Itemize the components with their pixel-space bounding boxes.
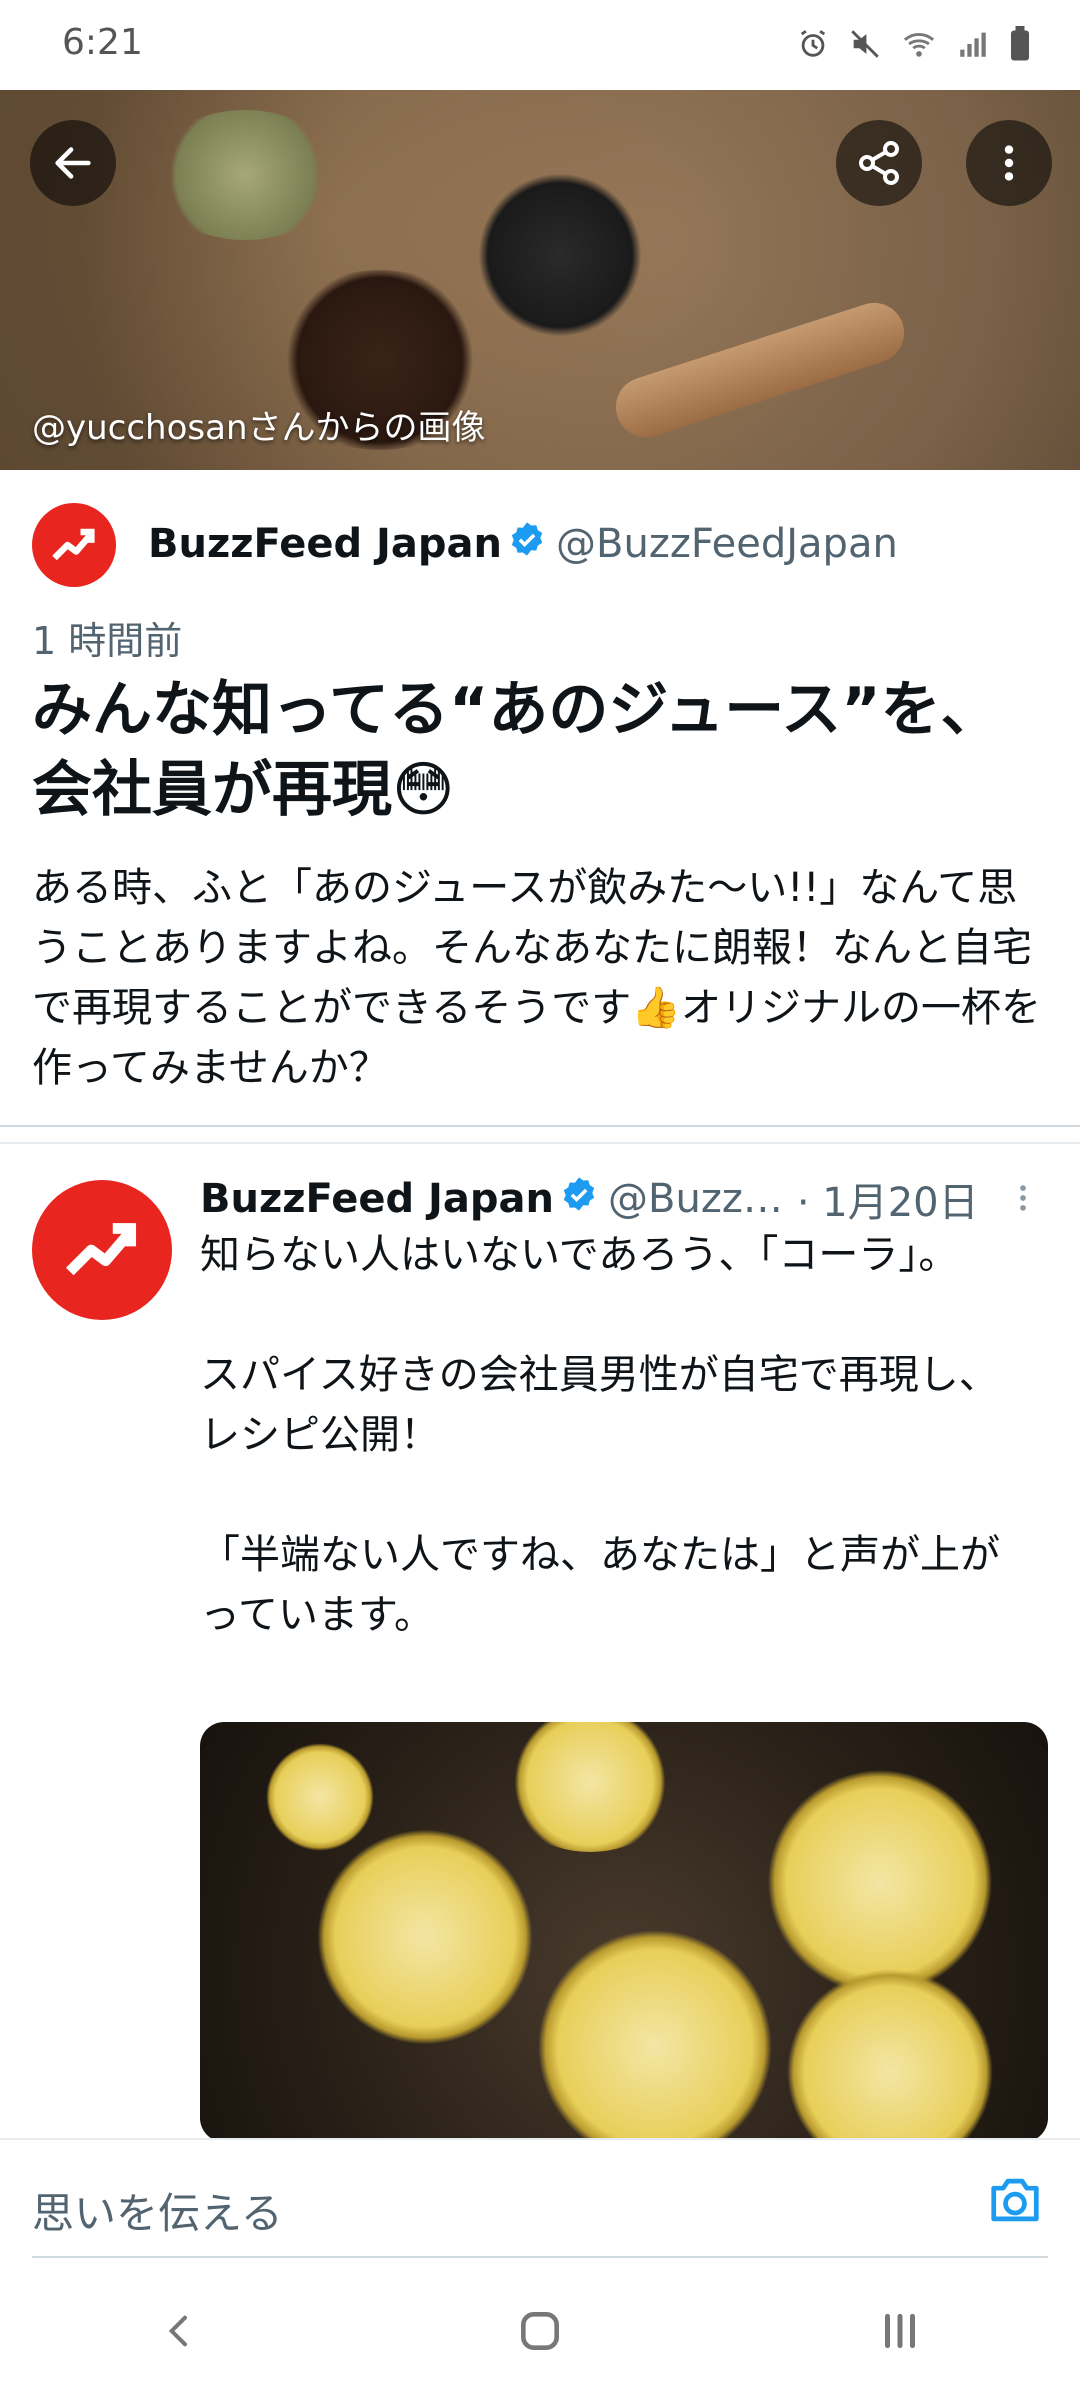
tweet-more-button[interactable]: [1006, 1178, 1040, 1222]
nav-recents-button[interactable]: [840, 2291, 960, 2371]
wifi-icon: [900, 27, 938, 65]
back-icon: [168, 2315, 187, 2347]
buzzfeed-logo-icon: [52, 528, 95, 561]
divider: [0, 1125, 1080, 1127]
verified-badge-icon: [508, 520, 546, 568]
avatar[interactable]: [32, 503, 116, 587]
share-icon: [859, 141, 899, 185]
more-options-button[interactable]: [966, 120, 1052, 206]
system-nav-bar: [0, 2262, 1080, 2400]
image-caption: @yucchosanさんからの画像: [32, 408, 486, 448]
back-button[interactable]: [30, 120, 116, 206]
reply-composer: 思いを伝える: [0, 2138, 1080, 2260]
verified-badge-icon: [560, 1175, 598, 1223]
share-button[interactable]: [836, 120, 922, 206]
signal-icon: [956, 27, 990, 65]
author-name[interactable]: BuzzFeed Japan: [200, 1176, 554, 1222]
tweet-header: BuzzFeed Japan @Buzz… · 1月20日: [200, 1170, 979, 1228]
reply-input[interactable]: 思いを伝える: [32, 2180, 283, 2241]
battery-icon: [1008, 26, 1032, 66]
divider: [0, 1142, 1080, 1144]
camera-icon: [991, 2178, 1039, 2222]
status-time: 6:21: [62, 22, 143, 63]
mute-icon: [848, 27, 882, 65]
home-icon: [521, 2312, 559, 2350]
status-icons: [796, 26, 1032, 66]
avatar[interactable]: [32, 1180, 172, 1320]
author-handle: @BuzzFeedJapan: [556, 521, 898, 567]
more-vertical-icon: [1020, 1185, 1026, 1211]
article-summary: ある時、ふと「あのジュースが飲みた〜い!!」なんて思うことありますよね。そんなあ…: [32, 865, 1042, 1091]
alarm-icon: [796, 27, 830, 65]
recents-icon: [885, 2313, 915, 2349]
nav-back-button[interactable]: [120, 2291, 240, 2371]
post-time: 1 時間前: [32, 619, 183, 663]
author-line[interactable]: BuzzFeed Japan @BuzzFeedJapan: [148, 520, 898, 568]
input-underline: [32, 2256, 1048, 2258]
author-name: BuzzFeed Japan: [148, 521, 503, 567]
tweet-date: · 1月20日: [796, 1180, 979, 1226]
more-vertical-icon: [1004, 145, 1014, 181]
buzzfeed-logo-icon: [65, 1223, 137, 1276]
hero-image[interactable]: @yucchosanさんからの画像: [0, 90, 1080, 470]
author-handle: @Buzz…: [608, 1176, 783, 1222]
camera-button[interactable]: [986, 2174, 1044, 2230]
tweet-image[interactable]: [200, 1722, 1048, 2142]
tweet-body: 知らない人はいないであろう、「コーラ」。 スパイス好きの会社員男性が自宅で再現し…: [200, 1232, 1000, 1638]
nav-home-button[interactable]: [480, 2291, 600, 2371]
status-bar: 6:21: [0, 0, 1080, 90]
arrow-left-icon: [55, 147, 91, 179]
article-headline: みんな知ってる“あのジュース”を、会社員が再現😳: [32, 675, 1001, 825]
